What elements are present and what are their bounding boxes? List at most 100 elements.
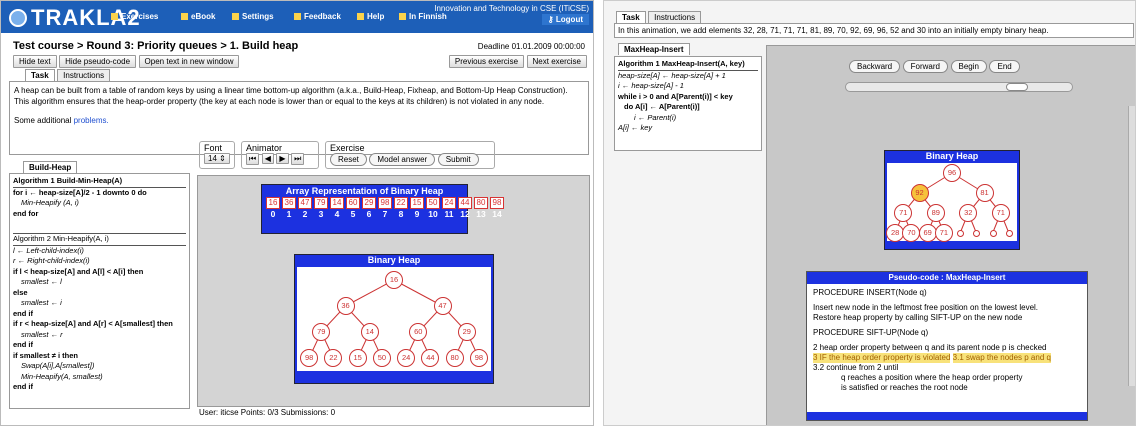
tab-instructions[interactable]: Instructions (57, 69, 111, 81)
code-line: if l < heap-size[A] and A[l] < A[i] then (13, 266, 144, 276)
heap-node[interactable]: 98 (469, 349, 488, 367)
back-icon[interactable]: ◀ (261, 153, 274, 164)
tab-task-right[interactable]: Task (616, 11, 646, 23)
heap-node[interactable]: 24 (397, 349, 416, 367)
previous-exercise-button[interactable]: Previous exercise (448, 55, 525, 68)
algo-tab-bar: Build-Heap (23, 161, 78, 173)
heap-node[interactable]: 71 (991, 204, 1010, 222)
first-icon[interactable]: ⏮ (246, 153, 260, 165)
nav-ebook[interactable]: eBook (181, 12, 215, 21)
nav-help[interactable]: Help (357, 12, 384, 21)
array-cell[interactable]: 15 (410, 197, 424, 209)
anim-controls: Backward Forward Begin End (849, 60, 1020, 73)
heap-node[interactable]: 16 (385, 271, 403, 289)
array-cell[interactable]: 24 (442, 197, 456, 209)
array-index: 3 (318, 209, 324, 219)
heap-node[interactable]: 47 (433, 297, 452, 315)
code-line: smallest ← i (21, 298, 62, 307)
right-algo-tab-bar: MaxHeap-Insert (618, 43, 690, 55)
heap-node[interactable]: 15 (348, 349, 367, 367)
forward-icon[interactable]: ▶ (276, 153, 289, 164)
heap-node[interactable]: 50 (372, 349, 391, 367)
heap-node[interactable]: 36 (336, 297, 355, 315)
hide-pseudo-code-button[interactable]: Hide pseudo-code (59, 55, 137, 68)
logout-button[interactable]: ⚷ Logout (541, 14, 589, 25)
heap-node[interactable]: 81 (975, 184, 994, 202)
end-button[interactable]: End (989, 60, 1020, 73)
array-cell[interactable]: 16 (266, 197, 280, 209)
heap-node[interactable]: 98 (300, 349, 319, 367)
empty-slot (989, 230, 997, 237)
font-group: Font 14 ⇕ (199, 141, 235, 169)
code-line: for i ← heap-size[A]/2 - 1 downto 0 do (13, 187, 147, 197)
heap-node[interactable]: 92 (910, 184, 929, 202)
algo2-title: Algorithm 2 Min-Heapify(A, i) (13, 233, 186, 246)
nav-feedback[interactable]: Feedback (294, 12, 341, 21)
nav-settings[interactable]: Settings (232, 12, 274, 21)
algo1-title: Algorithm 1 Build-Min-Heap(A) (13, 176, 186, 188)
array-cell[interactable]: 36 (282, 197, 296, 209)
ps-line: PROCEDURE INSERT(Node q) (813, 288, 927, 297)
reset-button[interactable]: Reset (330, 153, 367, 166)
vertical-scrollbar[interactable] (1128, 106, 1135, 386)
backward-button[interactable]: Backward (849, 60, 901, 73)
heap-node[interactable]: 14 (360, 323, 379, 341)
open-new-window-button[interactable]: Open text in new window (138, 55, 240, 68)
code-line: if r < heap-size[A] and A[r] < A[smalles… (13, 319, 173, 328)
key-icon: ⚷ (547, 15, 556, 24)
tab-maxheap-insert[interactable]: MaxHeap-Insert (618, 43, 690, 55)
array-cell[interactable]: 22 (394, 197, 408, 209)
ps-line: q reaches a position where the heap orde… (841, 373, 1023, 382)
array-cell[interactable]: 79 (314, 197, 328, 209)
problems-link[interactable]: problems. (74, 116, 109, 125)
array-cell[interactable]: 98 (490, 197, 504, 209)
heap-title: Binary Heap (925, 151, 979, 161)
font-size-select[interactable]: 14 ⇕ (204, 153, 230, 164)
array-cell[interactable]: 44 (458, 197, 472, 209)
array-cell[interactable]: 47 (298, 197, 312, 209)
begin-button[interactable]: Begin (950, 60, 987, 73)
slider-thumb[interactable] (1006, 83, 1028, 91)
code-line: smallest ← l (21, 277, 62, 286)
array-cell[interactable]: 29 (362, 197, 376, 209)
hide-text-button[interactable]: Hide text (13, 55, 57, 68)
array-index: 10 (428, 209, 438, 219)
heap-node[interactable]: 71 (934, 224, 953, 242)
timeline-slider[interactable] (845, 82, 1073, 92)
array-cell[interactable]: 14 (330, 197, 344, 209)
ps-title: Pseudo-code : MaxHeap-Insert (807, 272, 1087, 284)
course-name: Innovation and Technology in CSE (ITiCSE… (434, 4, 589, 13)
array-index: 5 (350, 209, 356, 219)
array-index: 7 (382, 209, 388, 219)
status-bar: User: iticse Points: 0/3 Submissions: 0 (199, 408, 336, 417)
array-index: 14 (492, 209, 502, 219)
last-icon[interactable]: ⏭ (291, 153, 305, 165)
heap-node[interactable]: 96 (943, 164, 961, 182)
empty-slot (1005, 230, 1013, 237)
heap-node[interactable]: 80 (445, 349, 464, 367)
array-cell[interactable]: 98 (378, 197, 392, 209)
array-index: 2 (302, 209, 308, 219)
code-line: Swap(A[i],A[smallest]) (21, 361, 95, 370)
array-index: 6 (366, 209, 372, 219)
heap-node[interactable]: 69 (918, 224, 937, 242)
heap-node[interactable]: 89 (926, 204, 945, 222)
array-cell[interactable]: 60 (346, 197, 360, 209)
pseudo-code-window: Pseudo-code : MaxHeap-Insert PROCEDURE I… (806, 271, 1088, 421)
next-exercise-button[interactable]: Next exercise (526, 55, 587, 68)
code-line: Min-Heapify(A, smallest) (21, 371, 103, 381)
tab-build-heap[interactable]: Build-Heap (23, 161, 78, 173)
heap-node[interactable]: 29 (457, 323, 476, 341)
breadcrumb: Test course > Round 3: Priority queues >… (13, 40, 299, 52)
nav-exercises[interactable]: Exercises (111, 12, 158, 21)
submit-button[interactable]: Submit (437, 153, 479, 166)
code-line: heap-size[A] ← heap-size[A] + 1 (618, 70, 726, 80)
array-cell[interactable]: 80 (474, 197, 488, 209)
exercise-nav: Previous exercise Next exercise (448, 55, 587, 68)
model-answer-button[interactable]: Model answer (369, 153, 436, 166)
tab-task[interactable]: Task (25, 69, 55, 81)
forward-button[interactable]: Forward (902, 60, 948, 73)
array-cell[interactable]: 50 (426, 197, 440, 209)
array-panel: Array Representation of Binary Heap 16 36… (261, 184, 504, 234)
tab-instructions-right[interactable]: Instructions (648, 11, 702, 23)
